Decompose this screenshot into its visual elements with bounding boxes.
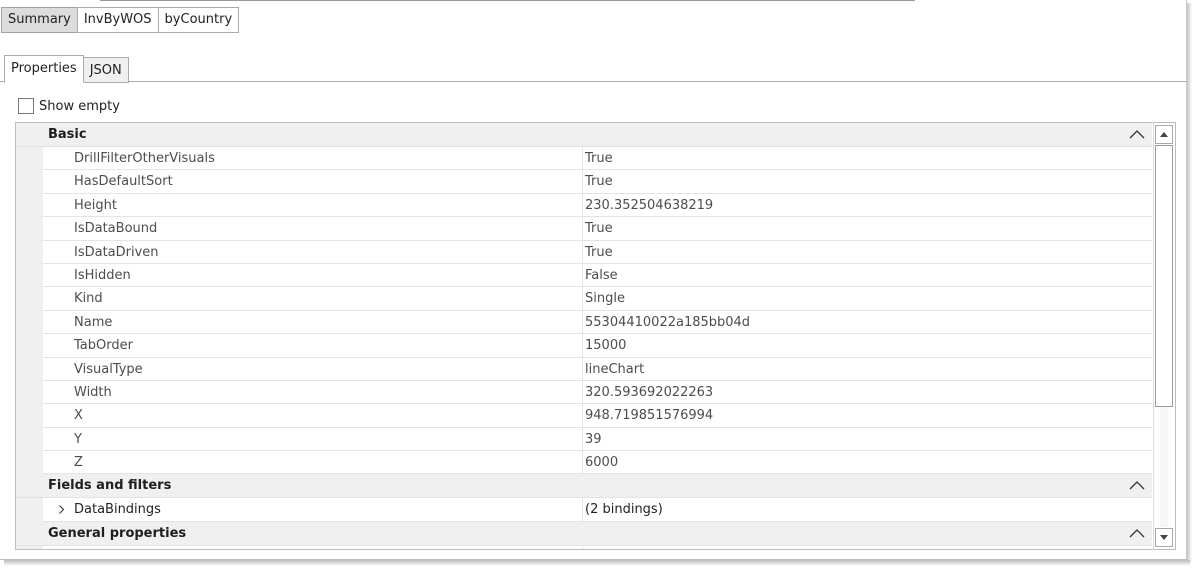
show-empty-checkbox[interactable]: [18, 98, 34, 114]
property-name: Kind: [74, 291, 103, 307]
property-value[interactable]: 6000: [585, 451, 618, 474]
vertical-scrollbar[interactable]: [1153, 123, 1175, 549]
column-separator: [582, 147, 583, 170]
property-name: IsHidden: [74, 267, 131, 283]
chevron-up-icon[interactable]: [1128, 127, 1146, 141]
property-value[interactable]: (2 bindings): [585, 498, 663, 521]
property-row[interactable]: IsDataBound True: [43, 217, 1152, 241]
property-row[interactable]: IsHidden False: [43, 263, 1152, 288]
category-label: Basic: [48, 127, 87, 142]
property-name: DrillFilterOtherVisuals: [74, 151, 215, 166]
property-name: Width: [74, 384, 112, 400]
property-value[interactable]: 320.593692022263: [585, 381, 713, 404]
column-separator: [582, 404, 583, 427]
column-separator: [582, 357, 583, 380]
column-separator: [582, 380, 583, 404]
tab-invbywos[interactable]: InvByWOS: [76, 7, 159, 33]
property-row[interactable]: X 948.719851576994: [43, 404, 1152, 428]
property-row[interactable]: Kind Single: [43, 287, 1152, 311]
property-name: TabOrder: [74, 338, 133, 354]
tab-json[interactable]: JSON: [82, 57, 129, 83]
column-separator: [582, 170, 583, 193]
chevron-up-icon[interactable]: [1128, 526, 1146, 540]
property-value[interactable]: 15000: [585, 334, 626, 357]
category-general-properties[interactable]: General properties: [16, 521, 1152, 546]
property-name: X: [74, 408, 83, 424]
property-name: IsDataBound: [74, 221, 158, 237]
property-name: Z: [74, 455, 83, 471]
tab-bycountry[interactable]: byCountry: [157, 7, 240, 33]
category-basic[interactable]: Basic: [16, 123, 1152, 147]
scroll-down-button[interactable]: [1155, 528, 1173, 547]
property-row[interactable]: IsDataDriven True: [43, 240, 1152, 264]
triangle-down-icon: [1160, 535, 1168, 540]
column-separator: [582, 334, 583, 357]
property-value[interactable]: 948.719851576994: [585, 404, 713, 427]
property-value[interactable]: Single: [585, 287, 625, 310]
property-value[interactable]: 39: [585, 428, 602, 451]
property-row[interactable]: Width 320.593692022263: [43, 380, 1152, 405]
chevron-right-icon[interactable]: [57, 505, 66, 515]
property-row[interactable]: TabOrder 15000: [43, 334, 1152, 358]
property-name: HasDefaultSort: [74, 174, 173, 190]
column-separator: [582, 545, 583, 549]
show-empty-label: Show empty: [39, 98, 120, 114]
property-name: Height: [74, 197, 117, 213]
property-row[interactable]: HasDefaultSort True: [43, 170, 1152, 194]
property-grid-rows: Basic DrillFilterOtherVisuals True HasDefau…: [16, 123, 1152, 549]
column-separator: [582, 263, 583, 287]
page-tabs: Summary InvByWOS byCountry: [1, 7, 240, 33]
property-grid: Basic DrillFilterOtherVisuals True HasDefau…: [15, 122, 1176, 550]
panel-shadow-bottom: [4, 560, 1190, 566]
property-row[interactable]: Height 230.352504638219: [43, 193, 1152, 218]
property-name: IsDataDriven: [74, 244, 159, 260]
category-fields-and-filters[interactable]: Fields and filters: [16, 474, 1152, 499]
tab-summary[interactable]: Summary: [1, 7, 78, 33]
category-label: Fields and filters: [48, 478, 172, 494]
panel-shadow-right: [1187, 3, 1192, 563]
view-tabs: Properties JSON: [4, 55, 129, 83]
property-value[interactable]: lineChart: [585, 358, 644, 381]
property-row[interactable]: Z 6000: [43, 451, 1152, 475]
triangle-up-icon: [1160, 132, 1168, 137]
property-row[interactable]: DataBindings (2 bindings): [43, 498, 1152, 522]
top-divider: [100, 0, 915, 1]
column-separator: [582, 310, 583, 334]
property-name: VisualType: [74, 361, 143, 377]
property-value[interactable]: True: [585, 241, 613, 264]
column-separator: [582, 287, 583, 310]
property-name: DataBindings: [74, 502, 161, 518]
category-label: General properties: [48, 525, 187, 541]
column-separator: [582, 451, 583, 474]
property-value[interactable]: 55304410022a185bb04d: [585, 311, 750, 334]
property-name: Y: [74, 431, 82, 447]
column-separator: [582, 193, 583, 217]
show-empty-option[interactable]: Show empty: [18, 98, 120, 114]
column-separator: [582, 240, 583, 263]
property-row[interactable]: Name 55304410022a185bb04d: [43, 310, 1152, 335]
tab-properties[interactable]: Properties: [4, 55, 84, 83]
chevron-up-icon[interactable]: [1128, 478, 1146, 492]
property-row[interactable]: VisualType lineChart: [43, 357, 1152, 381]
column-separator: [582, 498, 583, 521]
scroll-up-button[interactable]: [1155, 125, 1173, 144]
property-name: Name: [74, 314, 113, 330]
partial-row: [43, 545, 1152, 549]
view-tabs-divider: [0, 81, 1187, 82]
property-value[interactable]: False: [585, 264, 618, 287]
property-value[interactable]: True: [585, 147, 613, 170]
property-value[interactable]: True: [585, 170, 613, 193]
property-row[interactable]: DrillFilterOtherVisuals True: [43, 147, 1152, 171]
property-row[interactable]: Y 39: [43, 427, 1152, 452]
column-separator: [582, 217, 583, 240]
property-value[interactable]: True: [585, 217, 613, 240]
column-separator: [582, 427, 583, 451]
scroll-thumb[interactable]: [1155, 145, 1173, 407]
property-value[interactable]: 230.352504638219: [585, 194, 713, 217]
